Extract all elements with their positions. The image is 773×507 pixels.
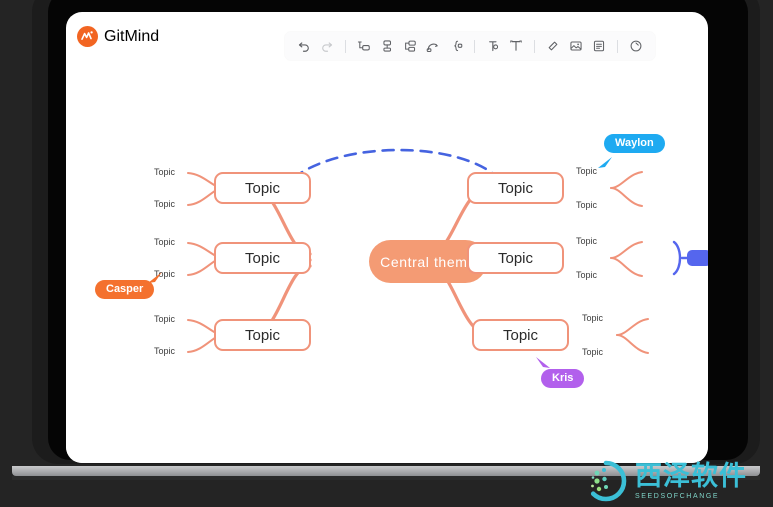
history-icon[interactable] — [626, 36, 646, 56]
image-icon[interactable] — [566, 36, 586, 56]
topic-node-label: Topic — [497, 249, 534, 267]
central-theme-label: Central theme — [380, 253, 476, 270]
leaf-topic-middle-right-2[interactable]: Topic — [576, 270, 597, 280]
leaf-topic-middle-left-1[interactable]: Topic — [154, 237, 175, 247]
brand[interactable]: GitMind — [77, 26, 159, 47]
insert-child-node-icon[interactable] — [400, 36, 420, 56]
leaf-topic-bottom-right-1[interactable]: Topic — [582, 313, 603, 323]
insert-summary-icon[interactable] — [446, 36, 466, 56]
mindmap-canvas[interactable]: Central theme Topic Topic Topic Topic To… — [66, 64, 708, 463]
topic-node-bottom-left[interactable]: Topic — [214, 319, 311, 351]
gitmind-app-window: GitMind Central theme Topic Topic Topic … — [66, 12, 708, 463]
insert-parent-node-icon[interactable] — [377, 36, 397, 56]
topic-node-middle-right[interactable]: Topic — [467, 242, 564, 274]
topic-node-label: Topic — [244, 249, 281, 267]
gitmind-logo-icon — [77, 26, 98, 47]
collaborator-label-kris: Kris — [541, 369, 585, 388]
leaf-topic-top-left-2[interactable]: Topic — [154, 199, 175, 209]
separator-1 — [345, 39, 346, 53]
topic-node-top-right[interactable]: Topic — [467, 172, 564, 204]
watermark: 西泽软件 SEEDSOFCHANGE — [585, 460, 747, 502]
collaborator-label-waylon: Waylon — [604, 134, 665, 153]
watermark-text: 西泽软件 SEEDSOFCHANGE — [635, 460, 747, 500]
watermark-title: 西泽软件 — [635, 460, 747, 491]
watermark-logo-icon — [585, 460, 627, 502]
watermark-subtitle: SEEDSOFCHANGE — [635, 492, 720, 500]
note-icon[interactable] — [589, 36, 609, 56]
link-icon[interactable] — [543, 36, 563, 56]
leaf-topic-bottom-left-2[interactable]: Topic — [154, 346, 175, 356]
topic-node-label: Topic — [244, 179, 281, 197]
separator-4 — [617, 39, 618, 53]
leaf-topic-middle-right-1[interactable]: Topic — [576, 236, 597, 246]
undo-icon[interactable] — [294, 36, 314, 56]
text-format-icon[interactable] — [506, 36, 526, 56]
redo-icon[interactable] — [317, 36, 337, 56]
topic-node-label: Topic — [502, 326, 539, 344]
collaborator-label-casper: Casper — [95, 280, 155, 299]
separator-3 — [534, 39, 535, 53]
node-style-icon[interactable] — [483, 36, 503, 56]
app-header: GitMind — [66, 12, 708, 64]
insert-sibling-node-icon[interactable] — [354, 36, 374, 56]
leaf-topic-bottom-right-2[interactable]: Topic — [582, 347, 603, 357]
leaf-topic-top-right-2[interactable]: Topic — [576, 200, 597, 210]
leaf-topic-bottom-left-1[interactable]: Topic — [154, 314, 175, 324]
leaf-topic-top-left-1[interactable]: Topic — [154, 167, 175, 177]
editor-toolbar — [285, 32, 655, 60]
topic-node-top-left[interactable]: Topic — [214, 172, 311, 204]
topic-node-label: Topic — [497, 179, 534, 197]
topic-node-middle-left[interactable]: Topic — [214, 242, 311, 274]
topic-node-label: Topic — [244, 326, 281, 344]
waylon-cursor-icon — [598, 157, 612, 168]
brand-name: GitMind — [104, 27, 160, 45]
separator-2 — [474, 39, 475, 53]
topic-node-bottom-right[interactable]: Topic — [472, 319, 569, 351]
insert-relationship-icon[interactable] — [423, 36, 443, 56]
